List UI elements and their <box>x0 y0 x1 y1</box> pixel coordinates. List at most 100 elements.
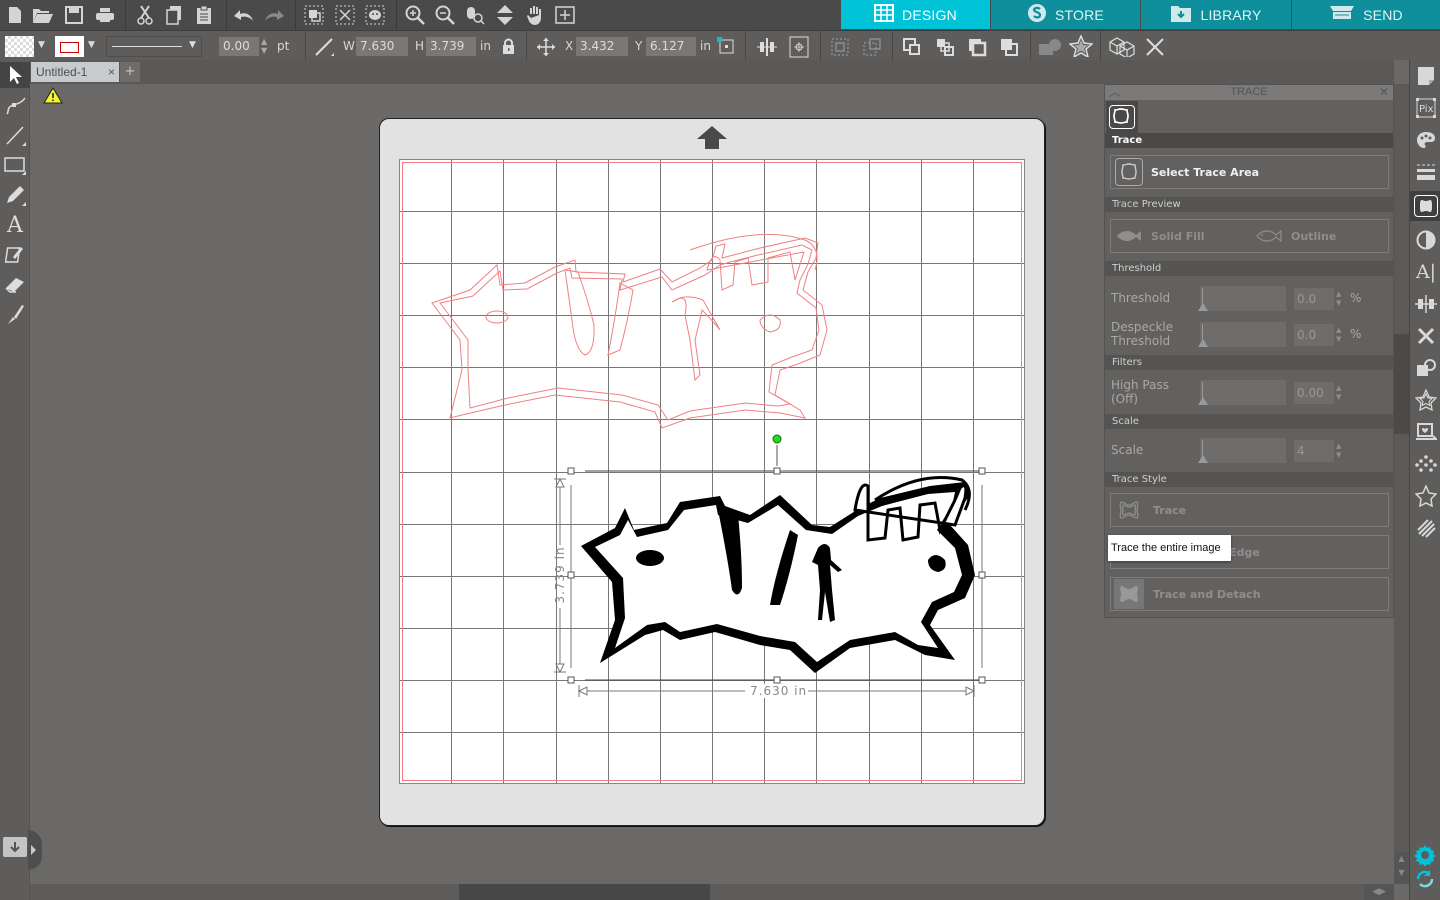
panel-scrollbar[interactable] <box>1394 84 1409 884</box>
scale-slider[interactable] <box>1198 438 1286 463</box>
tab-store[interactable]: STORE <box>991 0 1140 29</box>
tab-untitled-1[interactable]: Untitled-1 × <box>31 62 119 82</box>
tab-send[interactable]: SEND <box>1292 0 1440 29</box>
zoom-fit-icon[interactable] <box>554 4 576 26</box>
despeckle-slider[interactable] <box>1198 322 1286 347</box>
fill-color-icon[interactable] <box>1414 127 1438 153</box>
select-arrow-icon[interactable] <box>0 62 30 88</box>
fit-to-page-icon[interactable] <box>494 4 516 26</box>
scale-input[interactable]: 4 <box>1294 440 1334 462</box>
trace-icon[interactable] <box>1410 191 1440 221</box>
sketch-fill-icon[interactable] <box>1414 515 1438 541</box>
line-style-dropdown[interactable]: ▼ <box>106 36 202 57</box>
outline-option[interactable]: Outline <box>1291 230 1336 243</box>
fill-color-swatch[interactable] <box>5 36 34 57</box>
select-trace-area-button[interactable]: Select Trace Area <box>1110 155 1389 189</box>
library-panel-toggle[interactable] <box>3 837 27 857</box>
zoom-out-icon[interactable] <box>434 4 456 26</box>
copy-icon[interactable] <box>163 4 185 26</box>
pan-icon[interactable] <box>524 4 546 26</box>
height-input[interactable]: 3.739 <box>426 37 476 56</box>
solid-fill-option[interactable]: Solid Fill <box>1151 230 1205 243</box>
pixscan-icon[interactable]: Pix <box>1414 95 1438 121</box>
star-icon[interactable] <box>1414 483 1438 509</box>
point-edit-icon[interactable] <box>3 92 27 118</box>
paste-icon[interactable] <box>193 4 215 26</box>
line-style-icon[interactable] <box>1414 159 1438 185</box>
x-position-input[interactable]: 3.432 <box>576 37 628 56</box>
align-icon[interactable] <box>756 37 778 61</box>
threshold-input[interactable]: 0.0 <box>1294 288 1334 310</box>
print-icon[interactable] <box>94 4 116 26</box>
vertical-scroll-arrows[interactable]: ▲ ▼ <box>1394 852 1409 884</box>
send-to-library-icon[interactable] <box>1414 419 1438 445</box>
rhinestone-icon[interactable] <box>1414 451 1438 477</box>
trace-tab[interactable] <box>1106 101 1138 133</box>
deselect-icon[interactable] <box>334 4 356 26</box>
page-setup-icon[interactable] <box>1414 63 1438 89</box>
close-panel-icon[interactable]: ✕ <box>1379 85 1389 100</box>
y-position-input[interactable]: 6.127 <box>646 37 696 56</box>
save-icon[interactable] <box>63 4 85 26</box>
bring-forward-icon[interactable] <box>935 37 955 61</box>
line-color-dropdown-icon[interactable]: ▼ <box>88 40 95 50</box>
center-to-page-icon[interactable] <box>789 36 809 62</box>
pencil-tool-icon[interactable] <box>3 182 27 208</box>
open-folder-icon[interactable] <box>32 4 54 26</box>
scroll-arrows-horizontal[interactable]: ◀▶ <box>1364 884 1394 900</box>
tab-design[interactable]: DESIGN <box>841 0 990 29</box>
warning-icon[interactable] <box>43 87 63 108</box>
high-pass-input[interactable]: 0.00 <box>1294 382 1334 404</box>
new-document-icon[interactable] <box>4 4 26 26</box>
3d-boxes-icon[interactable] <box>1108 35 1136 61</box>
trace-and-detach-button[interactable]: Trace and Detach <box>1110 577 1389 611</box>
line-color-swatch[interactable] <box>55 36 84 57</box>
ungroup-icon[interactable] <box>862 37 882 61</box>
horizontal-scrollbar-thumb[interactable] <box>459 884 710 900</box>
redo-icon[interactable] <box>263 4 285 26</box>
width-input[interactable]: 7.630 <box>356 37 408 56</box>
zoom-in-icon[interactable] <box>404 4 426 26</box>
knife-tool-icon[interactable] <box>3 302 27 328</box>
scale-spinner[interactable]: ▲ ▼ <box>1336 442 1344 460</box>
add-tab-button[interactable]: + <box>120 62 140 82</box>
lock-aspect-icon[interactable] <box>502 38 515 59</box>
line-tool-icon[interactable] <box>3 122 27 148</box>
threshold-slider[interactable] <box>1198 286 1286 311</box>
align-panel-icon[interactable] <box>1414 291 1438 317</box>
select-all-icon[interactable] <box>303 4 325 26</box>
high-pass-spinner[interactable]: ▲ ▼ <box>1336 384 1344 402</box>
offset-icon[interactable] <box>1414 387 1438 413</box>
despeckle-input[interactable]: 0.0 <box>1294 324 1334 346</box>
weld-icon[interactable] <box>1038 38 1062 60</box>
image-effects-icon[interactable] <box>1414 227 1438 253</box>
line-width-spinner[interactable]: ▲ ▼ <box>261 37 267 55</box>
despeckle-spinner[interactable]: ▲ ▼ <box>1336 326 1344 344</box>
sketch-tool-icon[interactable] <box>3 242 27 268</box>
line-width-input[interactable]: 0.00 <box>219 37 259 56</box>
send-backward-icon[interactable] <box>967 37 987 61</box>
eraser-tool-icon[interactable] <box>3 272 27 298</box>
text-style-icon[interactable]: A| <box>1414 259 1438 285</box>
tab-library[interactable]: LIBRARY <box>1141 0 1291 29</box>
text-tool-icon[interactable]: A <box>3 212 27 238</box>
sync-icon[interactable] <box>1414 868 1436 894</box>
rectangle-tool-icon[interactable] <box>3 152 27 178</box>
select-by-color-icon[interactable] <box>364 4 386 26</box>
horizontal-scrollbar[interactable] <box>30 884 1394 900</box>
close-tab-icon[interactable]: × <box>108 62 115 82</box>
group-icon[interactable] <box>830 37 850 61</box>
trace-button[interactable]: Trace <box>1110 493 1389 527</box>
expand-panel-button[interactable] <box>28 830 42 870</box>
threshold-spinner[interactable]: ▲ ▼ <box>1336 290 1344 308</box>
bring-to-front-icon[interactable] <box>902 37 922 61</box>
replicate-icon[interactable] <box>1414 323 1438 349</box>
zoom-select-icon[interactable] <box>464 4 486 26</box>
close-x-icon[interactable] <box>1145 37 1165 61</box>
cut-area-grid[interactable] <box>399 159 1025 784</box>
send-to-back-icon[interactable] <box>999 37 1019 61</box>
settings-gear-icon[interactable] <box>1414 844 1436 870</box>
cut-icon[interactable] <box>134 4 156 26</box>
undo-icon[interactable] <box>233 4 255 26</box>
offset-star-icon[interactable] <box>1068 34 1094 61</box>
